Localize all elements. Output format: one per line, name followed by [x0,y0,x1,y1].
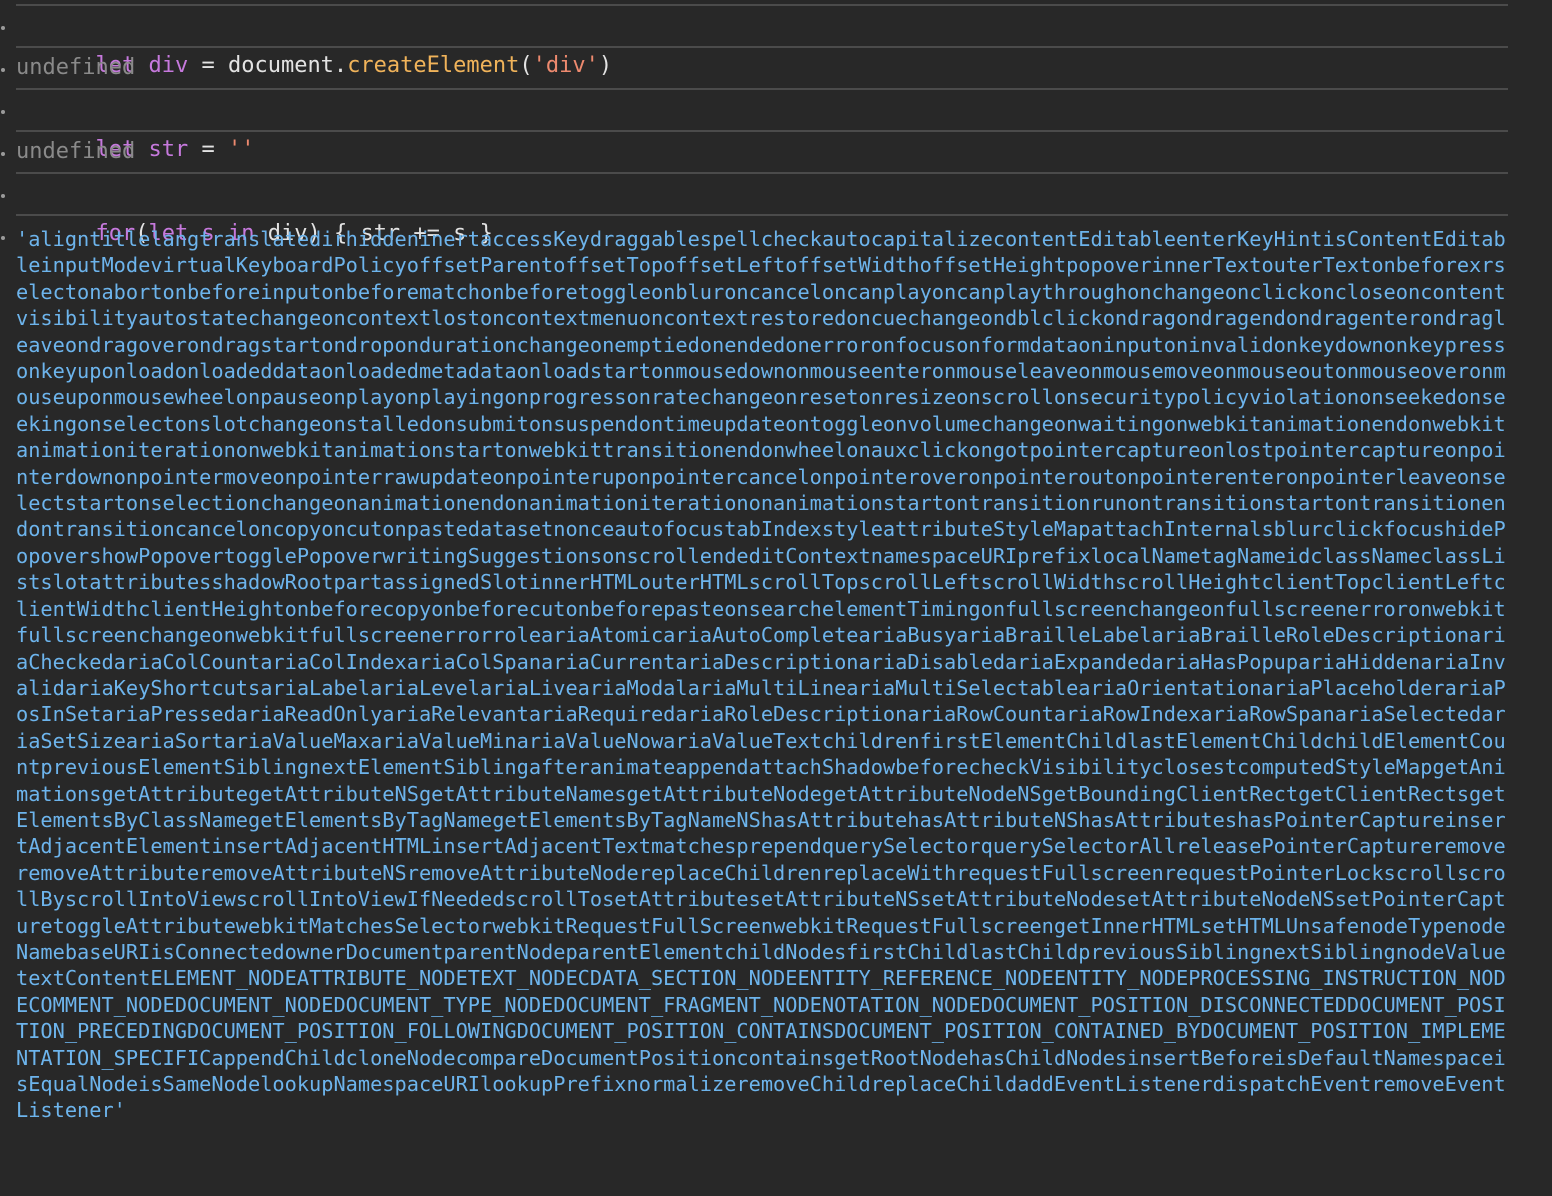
console-input-code: for(let s in div) { str += s } [16,174,1508,246]
console-output-row[interactable]: 'aligntitlelangtranslatedirhiddeninertac… [1,214,1508,1124]
result-marker-icon [1,236,5,240]
prompt-marker-icon [1,110,5,114]
console-input-row[interactable]: for(let s in div) { str += s } [1,172,1508,246]
prompt-marker-icon [1,26,5,30]
console-output-row[interactable]: undefined [1,130,1508,172]
console-output-value: undefined [16,139,136,164]
devtools-console-window: { "entries": [ { "type": "input", "token… [0,0,1552,1196]
console-input-row[interactable]: let div = document.createElement('div') [1,4,1508,78]
result-marker-icon [1,152,5,156]
console-output-row[interactable]: undefined [1,46,1508,88]
prompt-marker-icon [1,194,5,198]
console-input-code: let str = '' [16,90,1508,162]
result-marker-icon [1,68,5,72]
console-input-code: let div = document.createElement('div') [16,6,1508,78]
console-log: let div = document.createElement('div') … [0,4,1552,1124]
console-output-value: undefined [16,55,136,80]
console-input-row[interactable]: let str = '' [1,88,1508,162]
console-result-string[interactable]: 'aligntitlelangtranslatedirhiddeninertac… [1,216,1508,1124]
result-string-text: 'aligntitlelangtranslatedirhiddeninertac… [16,227,1506,1123]
